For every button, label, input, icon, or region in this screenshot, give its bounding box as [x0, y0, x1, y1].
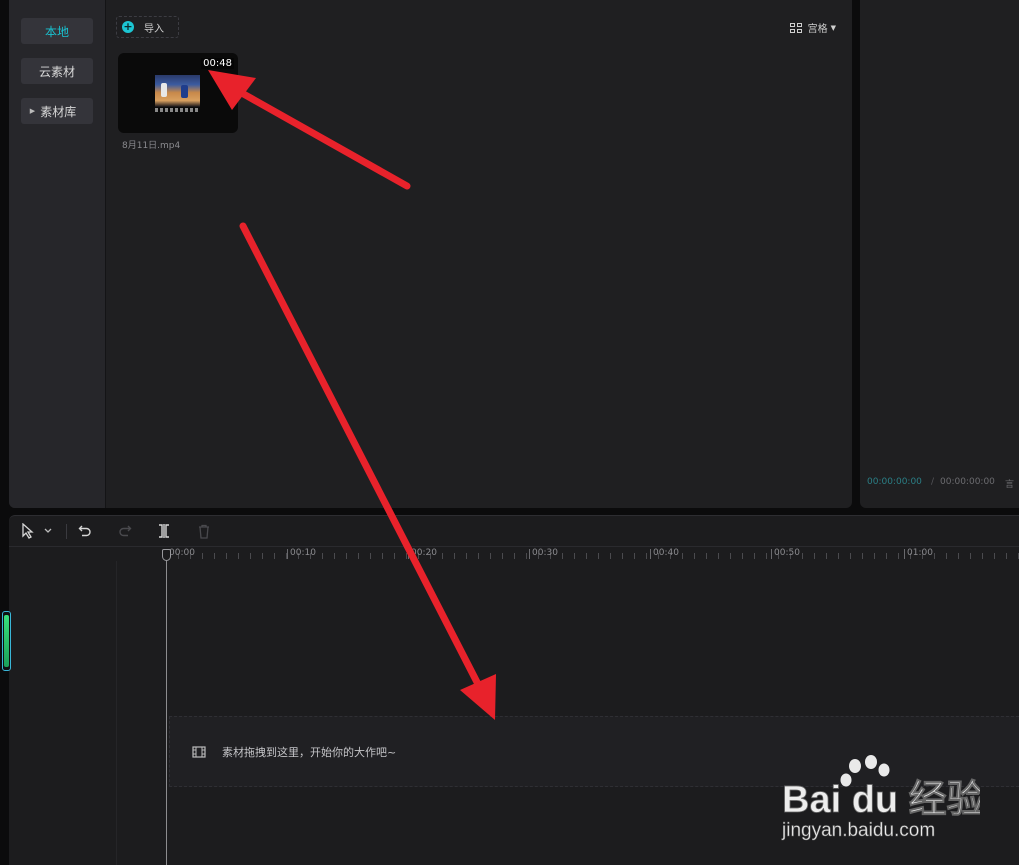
total-timecode: 00:00:00:00 [940, 477, 995, 487]
ruler-tick-label: 00:10 [290, 548, 316, 558]
delete-icon [199, 524, 209, 539]
ruler-major-tick [904, 549, 905, 559]
ruler-major-tick [650, 549, 651, 559]
preview-extra-label: 言 [1005, 480, 1015, 490]
plus-icon: + [122, 20, 134, 33]
handle-fill [4, 615, 9, 667]
clip-drop-zone[interactable]: 素材拖拽到这里，开始你的大作吧~ [169, 716, 1019, 787]
playhead-handle[interactable] [162, 549, 171, 561]
current-timecode: 00:00:00:00 [867, 477, 922, 487]
caret-right-icon: ▶ [29, 107, 36, 115]
clip-preview-image [155, 75, 200, 107]
ruler-major-tick [529, 549, 530, 559]
chevron-down-icon: ▼ [830, 23, 836, 32]
sidebar-item-library[interactable]: ▶ 素材库 [21, 98, 93, 124]
undo-button[interactable] [75, 522, 95, 540]
toolbar-divider [66, 524, 67, 539]
redo-icon [119, 525, 132, 537]
preview-panel: 00:00:00:00 / 00:00:00:00 言 [860, 0, 1019, 508]
playhead-line[interactable] [166, 551, 167, 865]
ruler-tick-label: 00:50 [774, 548, 800, 558]
sidebar-item-cloud[interactable]: 云素材 [21, 58, 93, 84]
ruler-major-tick [287, 549, 288, 559]
delete-button[interactable] [194, 522, 214, 540]
redo-button[interactable] [115, 522, 135, 540]
film-icon [192, 745, 206, 758]
sidebar-item-label: 云素材 [38, 64, 75, 79]
sidebar-item-label: 素材库 [40, 104, 77, 119]
timeline-panel: 00:00 00:10 00:20 00:30 00:40 00:50 01:0… [9, 515, 1019, 865]
ruler-tick-label: 01:00 [907, 548, 933, 558]
sidebar-item-label: 本地 [44, 24, 69, 39]
view-mode-label: 宫格 [807, 24, 828, 35]
track-height-handle[interactable] [2, 611, 11, 671]
ruler-tick-label: 00:20 [411, 548, 437, 558]
timecode-separator: / [931, 477, 935, 487]
import-button[interactable]: + 导入 [116, 16, 179, 38]
clip-preview-caption [155, 108, 200, 112]
split-button[interactable] [154, 522, 174, 540]
ruler-tick-label: 00:30 [532, 548, 558, 558]
media-panel: 本地 云素材 ▶ 素材库 + 导入 宫格 ▼ 00:48 8月11日.mp4 [9, 0, 852, 508]
media-sidebar: 本地 云素材 ▶ 素材库 [9, 0, 106, 508]
ruler-tick-label: 00:00 [169, 548, 195, 558]
undo-icon [78, 525, 91, 537]
view-mode-dropdown[interactable]: 宫格 ▼ [789, 20, 836, 35]
clip-filename: 8月11日.mp4 [122, 141, 181, 151]
sidebar-item-local[interactable]: 本地 [21, 18, 93, 44]
ruler-tick-label: 00:40 [653, 548, 679, 558]
timeline-toolbar [9, 516, 1019, 547]
drop-zone-hint: 素材拖拽到这里，开始你的大作吧~ [222, 745, 397, 759]
track-header-column [9, 561, 117, 865]
chevron-down-icon [44, 528, 52, 533]
media-clip-thumbnail[interactable]: 00:48 [118, 53, 238, 133]
timeline-ruler[interactable]: 00:00 00:10 00:20 00:30 00:40 00:50 01:0… [166, 547, 1019, 561]
cursor-icon [22, 523, 34, 539]
grid-icon [789, 22, 802, 33]
select-tool-button[interactable] [17, 522, 57, 540]
clip-duration: 00:48 [201, 58, 234, 69]
import-label: 导入 [144, 23, 164, 35]
split-icon [159, 524, 169, 538]
ruler-major-tick [408, 549, 409, 559]
ruler-major-tick [771, 549, 772, 559]
